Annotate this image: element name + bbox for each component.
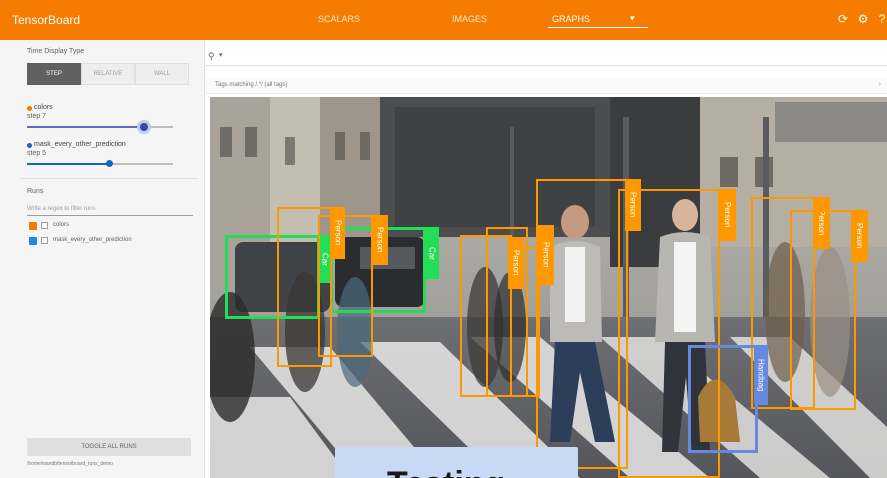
tag-step-label: step 7 [27,113,47,120]
refresh-icon[interactable]: ⟳ [836,12,850,26]
tab-menu-caret-icon[interactable]: ▾ [630,13,635,24]
run-name: mask_every_other_prediction [53,237,132,243]
search-dropdown-caret-icon[interactable]: ▾ [219,51,223,59]
detection-label: Person [851,210,868,262]
time-display-title: Time Display Type [27,48,85,55]
tags-filter-text: Tags matching /.*/ (all tags) [215,82,288,88]
tag-color-dot [27,106,32,111]
detection-label: Person [372,215,388,265]
divider [20,178,198,179]
top-app-bar: TensorBoard SCALARS IMAGES GRAPHS ▾ ⟳ ⚙ … [0,0,887,40]
help-icon[interactable]: ? [875,12,887,26]
time-display-relative-button[interactable]: RELATIVE [81,63,135,85]
detection-label: Car [425,227,439,279]
search-row[interactable]: ⚲ ▾ [206,44,887,66]
tag-color-dot [27,143,32,148]
search-icon[interactable]: ⚲ [208,51,215,62]
sidebar: Time Display Type STEP RELATIVE WALL col… [0,40,205,478]
run-checkbox[interactable] [29,222,37,230]
tag-name: mask_every_other_prediction [34,141,126,148]
hover-tooltip: Testing [335,447,578,478]
time-display-wall-button[interactable]: WALL [135,63,189,85]
tab-images[interactable]: IMAGES [452,14,487,24]
settings-icon[interactable]: ⚙ [856,12,870,26]
detection-label: Handbag [754,345,768,405]
runs-filter-underline [27,215,193,216]
time-display-step-button[interactable]: STEP [27,63,81,85]
footer-path: /home/wandb/tensorboard_runs_demo [27,461,113,467]
runs-title: Runs [27,188,44,195]
tab-graphs[interactable]: GRAPHS [552,14,590,24]
tab-scalars[interactable]: SCALARS [318,14,360,24]
detection-image: Car Car Person Person Person Person Pers… [210,97,887,478]
run-color-swatch[interactable] [41,222,48,229]
tag-step-slider-thumb[interactable] [140,123,148,131]
active-tab-underline [548,27,648,28]
toggle-all-runs-button[interactable]: TOGGLE ALL RUNS [27,438,191,456]
tag-step-label: step 5 [27,150,47,157]
tooltip-text: Testing [387,467,505,478]
tags-filter-expand-icon[interactable]: › [879,81,881,88]
detection-box-handbag[interactable] [688,345,758,453]
tags-filter-row[interactable]: Tags matching /.*/ (all tags) › [206,78,887,94]
detection-box-person[interactable] [318,215,373,357]
run-name: colors [53,222,70,228]
detection-label: Person [719,189,736,241]
tag-step-slider-thumb[interactable] [106,160,113,167]
detection-box-person[interactable] [790,210,856,410]
app-title: TensorBoard [12,13,81,27]
run-color-swatch[interactable] [41,237,48,244]
tag-name: colors [34,104,53,111]
run-checkbox[interactable] [29,237,37,245]
detection-box-person[interactable] [536,179,628,469]
runs-filter-input[interactable]: Write a regex to filter runs [27,206,96,212]
